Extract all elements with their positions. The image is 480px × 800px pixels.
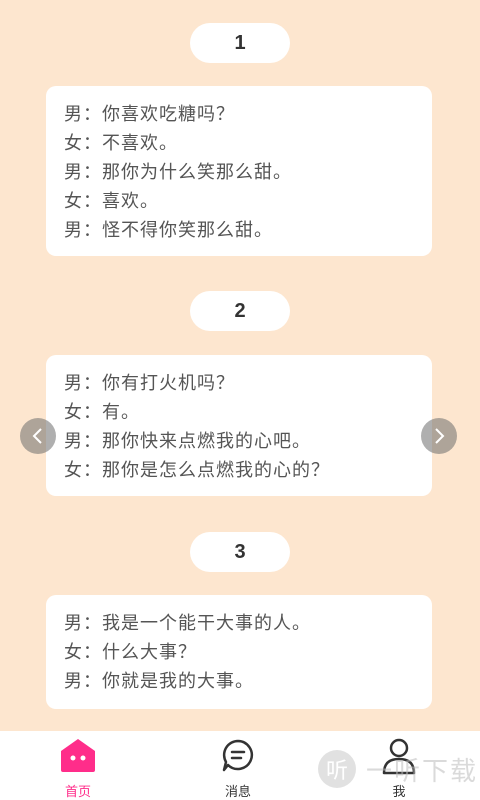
dialog-line: 男：那你为什么笑那么甜。 xyxy=(64,162,292,183)
dialog-line: 女：喜欢。 xyxy=(64,191,159,212)
dialog-line: 男：怪不得你笑那么甜。 xyxy=(64,220,273,241)
chevron-right-icon xyxy=(435,428,445,444)
dialog-line: 女：什么大事？ xyxy=(64,642,197,663)
carousel-next-button[interactable] xyxy=(421,418,457,454)
message-icon xyxy=(222,739,254,772)
watermark-logo: 听 xyxy=(318,750,356,788)
joke-card-3: 男：我是一个能干大事的人。 女：什么大事？ 男：你就是我的大事。 xyxy=(46,595,432,709)
tab-messages[interactable]: 消息 xyxy=(188,731,288,800)
joke-card-2: 男：你有打火机吗？ 女：有。 男：那你快来点燃我的心吧。 女：那你是怎么点燃我的… xyxy=(46,355,432,496)
joke-card-1: 男：你喜欢吃糖吗？ 女：不喜欢。 男：那你为什么笑那么甜。 女：喜欢。 男：怪不… xyxy=(46,86,432,256)
dialog-line: 男：我是一个能干大事的人。 xyxy=(64,613,311,634)
dialog-line: 男：那你快来点燃我的心吧。 xyxy=(64,431,311,452)
dialog-line: 女：有。 xyxy=(64,402,140,423)
dialog-line: 男：你喜欢吃糖吗？ xyxy=(64,104,235,125)
section-3-number: 3 xyxy=(190,532,290,572)
carousel-prev-button[interactable] xyxy=(20,418,56,454)
section-2-number: 2 xyxy=(190,291,290,331)
tab-home-label: 首页 xyxy=(64,785,91,800)
watermark-text: 一听下载 xyxy=(366,756,479,787)
tab-messages-label: 消息 xyxy=(224,785,251,800)
chevron-left-icon xyxy=(32,428,42,444)
dialog-line: 男：你有打火机吗？ xyxy=(64,373,235,394)
dialog-line: 女：那你是怎么点燃我的心的？ xyxy=(64,460,330,481)
dialog-line: 女：不喜欢。 xyxy=(64,133,178,154)
dialog-line: 男：你就是我的大事。 xyxy=(64,671,254,692)
section-1-number: 1 xyxy=(190,23,290,63)
tab-home[interactable]: 首页 xyxy=(28,731,128,800)
home-icon xyxy=(61,739,95,772)
watermark: 听 一听下载 xyxy=(318,744,480,794)
